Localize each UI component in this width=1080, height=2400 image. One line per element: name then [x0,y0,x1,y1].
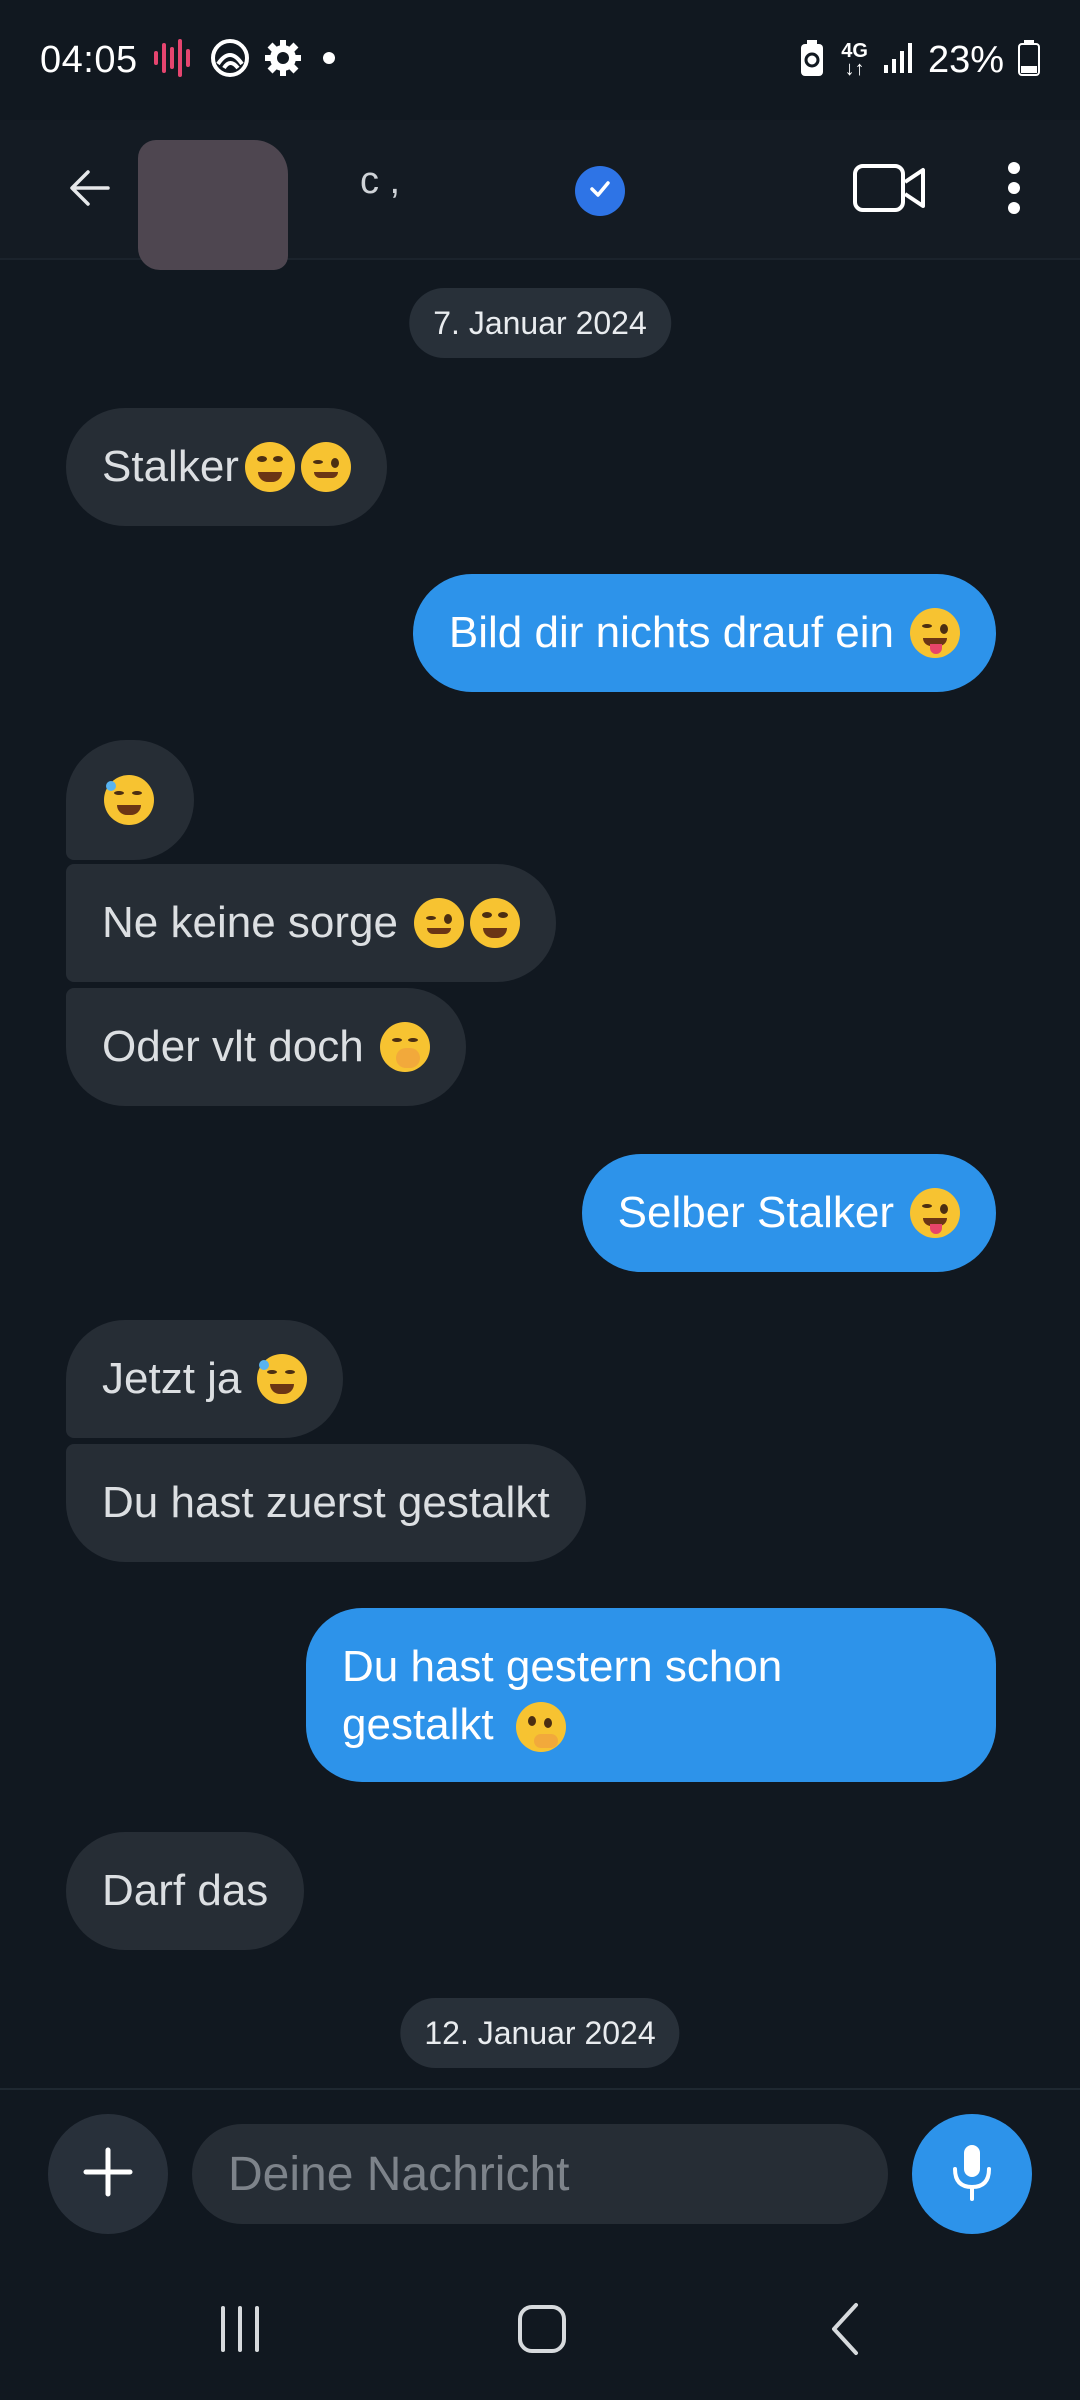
settings-gear-icon [264,39,302,82]
voice-message-button[interactable] [912,2114,1032,2234]
message-text: Darf das [102,1866,269,1915]
soundwave-icon [152,38,196,82]
back-arrow-icon [68,166,112,215]
microphone-icon [950,2143,994,2206]
hand-over-mouth-emoji-icon [379,1022,430,1072]
message-outgoing[interactable]: Bild dir nichts drauf ein [412,574,996,692]
message-incoming[interactable]: Ne keine sorge [66,864,556,982]
contact-avatar[interactable] [138,140,288,270]
home-button[interactable] [492,2286,592,2376]
message-outgoing[interactable]: Du hast gestern schon gestalkt [306,1608,996,1782]
message-text-continued: gestalkt [342,1700,494,1749]
status-left: 04:05 [40,38,342,83]
message-text: Selber Stalker [617,1188,894,1237]
wink-emoji-icon [300,442,351,492]
date-separator: 12. Januar 2024 [400,1998,680,2068]
home-icon [516,2303,568,2360]
message-composer [0,2088,1080,2258]
rofl-emoji-icon [257,1354,308,1404]
video-call-icon [853,162,927,219]
plus-icon [82,2146,134,2203]
message-text-line2: gestalkt [342,1696,960,1754]
message-incoming[interactable]: Darf das [66,1832,305,1950]
message-incoming[interactable]: Oder vlt doch [66,988,466,1106]
tongue-wink-emoji-icon [910,1188,960,1238]
wink-emoji-icon [413,898,464,948]
status-time: 04:05 [40,38,138,81]
battery-icon [1018,39,1040,81]
message-input[interactable] [192,2124,888,2224]
chevron-left-icon [826,2301,866,2362]
message-incoming[interactable]: Stalker [66,408,387,526]
checkmark-icon [587,176,613,207]
signal-icon [882,41,914,80]
message-incoming[interactable]: Jetzt ja [66,1320,344,1438]
add-attachment-button[interactable] [48,2114,168,2234]
recents-icon [215,2304,265,2359]
message-text: Bild dir nichts drauf ein [448,608,894,657]
chat-header: c , [0,120,1080,270]
date-separator: 7. Januar 2024 [409,288,671,358]
grin-emoji-icon [244,442,295,492]
message-incoming[interactable]: Du hast zuerst gestalkt [66,1444,586,1562]
thinking-emoji-icon [515,1702,566,1753]
status-right: 4G ↓↑ 23% [797,38,1040,83]
message-outgoing[interactable]: Selber Stalker [581,1154,996,1272]
tongue-wink-emoji-icon [910,608,960,658]
nav-back-button[interactable] [796,2286,896,2376]
status-bar: 04:05 4G ↓↑ 23% [0,0,1080,120]
message-list[interactable]: 7. Januar 2024 Stalker Bild dir nichts d… [0,262,1080,2088]
contact-name[interactable]: c , [360,160,400,203]
message-text: Jetzt ja [102,1354,242,1403]
more-vert-icon [1006,161,1022,219]
message-text: Stalker [102,442,239,491]
message-text: Ne keine sorge [102,898,398,947]
battery-percent: 23% [927,38,1004,81]
network-type: 4G ↓↑ [841,40,868,80]
grin-emoji-icon [469,898,520,948]
verified-badge [575,166,625,216]
system-nav-bar [0,2256,1080,2400]
battery-saver-icon [797,38,827,83]
notification-dot-icon [316,45,342,76]
rofl-emoji-icon [104,775,154,825]
back-button[interactable] [50,150,130,230]
message-text: Du hast zuerst gestalkt [102,1478,550,1527]
message-text: Oder vlt doch [102,1022,364,1071]
message-incoming[interactable] [66,740,194,860]
more-options-button[interactable] [984,150,1044,230]
recents-button[interactable] [190,2286,290,2376]
message-text: Du hast gestern schon [342,1642,783,1691]
app-notification-icon [210,38,250,83]
network-type-label: 4G [841,40,868,62]
video-call-button[interactable] [850,150,930,230]
